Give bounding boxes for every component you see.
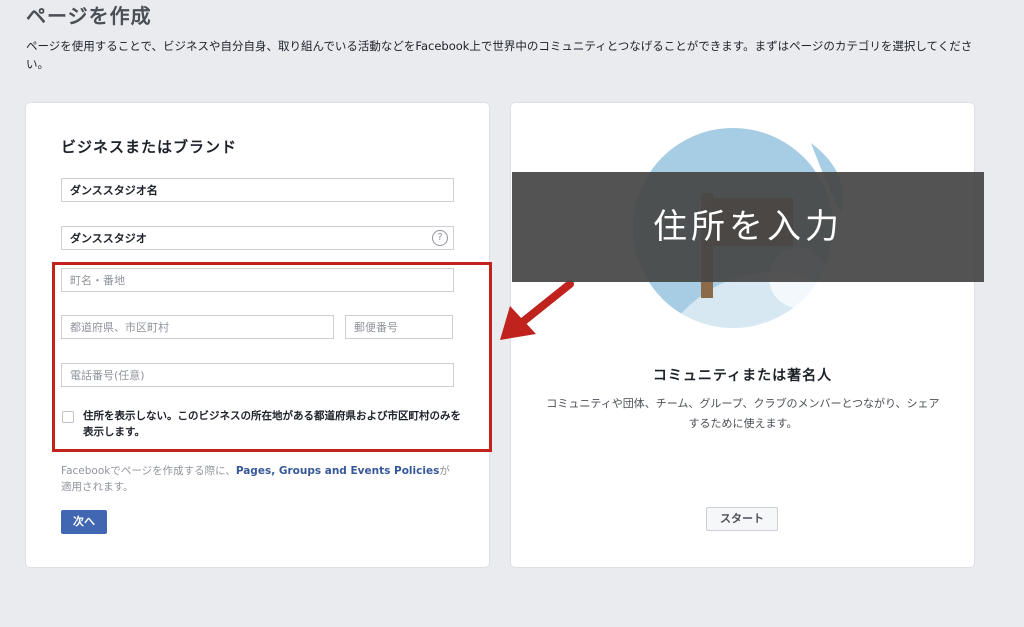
pointer-arrow-icon — [500, 280, 574, 340]
category-field[interactable]: ? — [61, 226, 454, 250]
next-button[interactable]: 次へ — [61, 510, 107, 534]
help-icon[interactable]: ? — [432, 230, 448, 246]
community-card-description: コミュニティや団体、チーム、グループ、クラブのメンバーとつながり、シェアするため… — [546, 397, 940, 430]
page-name-input[interactable] — [62, 179, 453, 201]
page-description: ページを使用することで、ビジネスや自分自身、取り組んでいる活動などをFacebo… — [26, 39, 973, 71]
policy-text: Facebookでページを作成する際に、Pages, Groups and Ev… — [61, 463, 456, 495]
start-button[interactable]: スタート — [706, 507, 778, 531]
policy-prefix: Facebookでページを作成する際に、 — [61, 465, 236, 477]
overlay-banner: 住所を入力 — [512, 172, 984, 282]
category-input[interactable] — [62, 227, 453, 249]
policy-link[interactable]: Pages, Groups and Events Policies — [236, 465, 440, 477]
community-card-heading: コミュニティまたは著名人 — [652, 368, 833, 384]
page-title: ページを作成 — [26, 4, 152, 28]
address-highlight-box — [52, 262, 492, 452]
business-card-heading: ビジネスまたはブランド — [61, 138, 238, 156]
page-name-field[interactable] — [61, 178, 454, 202]
